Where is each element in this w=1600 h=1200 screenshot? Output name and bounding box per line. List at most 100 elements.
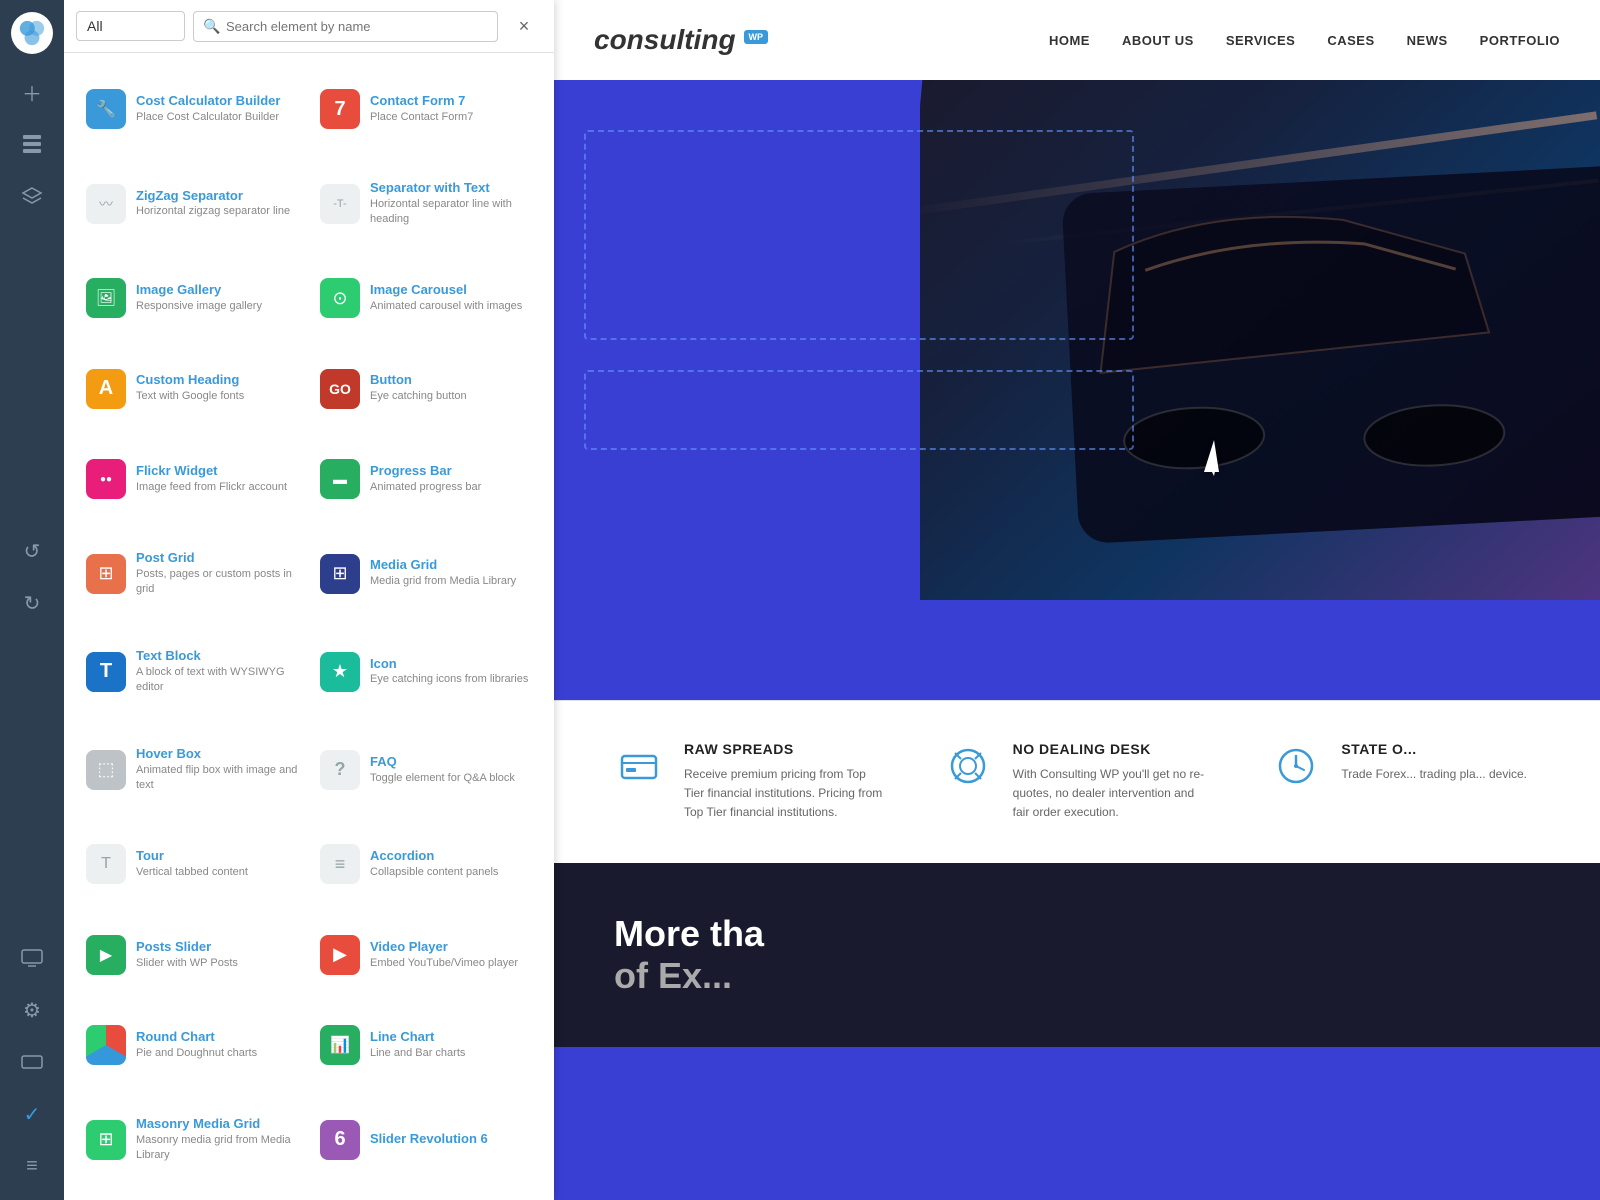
filter-select[interactable]: All Basic General WordPress [76,11,185,41]
nav-services[interactable]: SERVICES [1226,33,1296,48]
site-preview: consulting WP HOME ABOUT US SERVICES CAS… [554,0,1600,1200]
element-item-masonry-grid[interactable]: ⊞ Masonry Media Grid Masonry media grid … [76,1092,308,1188]
element-item-round-chart[interactable]: Round Chart Pie and Doughnut charts [76,1001,308,1090]
nav-cases[interactable]: CASES [1327,33,1374,48]
add-icon[interactable]: ＋ [10,70,54,114]
element-info-zigzag: ZigZag Separator Horizontal zigzag separ… [136,188,290,220]
raw-spreads-title: RAW SPREADS [684,741,883,757]
element-item-line-chart[interactable]: 📊 Line Chart Line and Bar charts [310,1001,542,1090]
element-info-text-block: Text Block A block of text with WYSIWYG … [136,648,298,696]
element-item-media-grid[interactable]: ⊞ Media Grid Media grid from Media Libra… [310,525,542,621]
element-item-icon-elem[interactable]: ★ Icon Eye catching icons from libraries [310,624,542,720]
element-item-post-grid[interactable]: ⊞ Post Grid Posts, pages or custom posts… [76,525,308,621]
element-item-progress-bar[interactable]: ▬ Progress Bar Animated progress bar [310,435,542,524]
element-item-zigzag[interactable]: 〰 ZigZag Separator Horizontal zigzag sep… [76,156,308,252]
panel-header: All Basic General WordPress 🔍 × [64,0,554,53]
element-item-cost-calculator[interactable]: 🔧 Cost Calculator Builder Place Cost Cal… [76,65,308,154]
element-icon-post-grid: ⊞ [86,554,126,594]
element-desc-line-chart: Line and Bar charts [370,1046,465,1061]
redo-icon[interactable]: ↻ [10,581,54,625]
element-info-progress-bar: Progress Bar Animated progress bar [370,463,481,495]
element-info-video-player: Video Player Embed YouTube/Vimeo player [370,939,518,971]
element-info-posts-slider: Posts Slider Slider with WP Posts [136,939,238,971]
element-name-round-chart: Round Chart [136,1029,257,1046]
element-icon-hover-box: ⬚ [86,750,126,790]
drop-zone-bottom[interactable] [584,370,1134,450]
element-icon-flickr: ●● [86,459,126,499]
element-icon-tour: T [86,844,126,884]
feature-no-dealing: NO DEALING DESK With Consulting WP you'l… [943,741,1212,823]
layers-icon[interactable] [10,174,54,218]
state-title: STATE O... [1341,741,1527,757]
element-info-round-chart: Round Chart Pie and Doughnut charts [136,1029,257,1061]
element-info-button: Button Eye catching button [370,372,467,404]
element-info-faq: FAQ Toggle element for Q&A block [370,754,515,786]
responsive-icon[interactable] [10,936,54,980]
element-item-button[interactable]: GO Button Eye catching button [310,344,542,433]
element-desc-accordion: Collapsible content panels [370,865,498,880]
element-panel: All Basic General WordPress 🔍 × 🔧 Cost C… [64,0,554,1200]
state-icon [1271,741,1321,791]
element-name-slider-rev: Slider Revolution 6 [370,1131,488,1148]
element-item-text-block[interactable]: T Text Block A block of text with WYSIWY… [76,624,308,720]
element-icon-cost-calculator: 🔧 [86,89,126,129]
element-item-hover-box[interactable]: ⬚ Hover Box Animated flip box with image… [76,722,308,818]
element-item-video-player[interactable]: ▶ Video Player Embed YouTube/Vimeo playe… [310,911,542,1000]
element-icon-text-block: T [86,652,126,692]
element-item-image-gallery[interactable]: 🖼 Image Gallery Responsive image gallery [76,254,308,343]
element-name-flickr: Flickr Widget [136,463,287,480]
element-item-contact-form[interactable]: 7 Contact Form 7 Place Contact Form7 [310,65,542,154]
element-desc-video-player: Embed YouTube/Vimeo player [370,956,518,971]
nav-news[interactable]: NEWS [1407,33,1448,48]
site-logo: consulting WP [594,24,768,56]
element-item-custom-heading[interactable]: A Custom Heading Text with Google fonts [76,344,308,433]
raw-spreads-text: RAW SPREADS Receive premium pricing from… [684,741,883,823]
element-info-icon-elem: Icon Eye catching icons from libraries [370,656,528,688]
element-name-media-grid: Media Grid [370,557,516,574]
nav-portfolio[interactable]: PORTFOLIO [1480,33,1560,48]
element-desc-flickr: Image feed from Flickr account [136,480,287,495]
close-button[interactable]: × [506,8,542,44]
element-info-flickr: Flickr Widget Image feed from Flickr acc… [136,463,287,495]
drop-zone-top[interactable] [584,130,1134,340]
undo-icon[interactable]: ↺ [10,529,54,573]
dark-title: More tha [614,913,1540,955]
element-icon-progress-bar: ▬ [320,459,360,499]
check-icon[interactable]: ✓ [10,1092,54,1136]
pages-icon[interactable] [10,122,54,166]
element-item-accordion[interactable]: ≡ Accordion Collapsible content panels [310,820,542,909]
element-name-video-player: Video Player [370,939,518,956]
element-item-faq[interactable]: ? FAQ Toggle element for Q&A block [310,722,542,818]
element-icon-accordion: ≡ [320,844,360,884]
feature-state: STATE O... Trade Forex... trading pla...… [1271,741,1540,823]
elements-grid: 🔧 Cost Calculator Builder Place Cost Cal… [64,53,554,1200]
element-item-tour[interactable]: T Tour Vertical tabbed content [76,820,308,909]
car-dark-area [1061,166,1600,544]
element-info-hover-box: Hover Box Animated flip box with image a… [136,746,298,794]
element-icon-button: GO [320,369,360,409]
element-item-flickr[interactable]: ●● Flickr Widget Image feed from Flickr … [76,435,308,524]
element-item-slider-rev[interactable]: 6 Slider Revolution 6 [310,1092,542,1188]
element-desc-post-grid: Posts, pages or custom posts in grid [136,567,298,598]
nav-about[interactable]: ABOUT US [1122,33,1194,48]
element-item-image-carousel[interactable]: ⊙ Image Carousel Animated carousel with … [310,254,542,343]
element-info-custom-heading: Custom Heading Text with Google fonts [136,372,244,404]
element-item-posts-slider[interactable]: ▶ Posts Slider Slider with WP Posts [76,911,308,1000]
settings-icon[interactable]: ⚙ [10,988,54,1032]
element-desc-cost-calculator: Place Cost Calculator Builder [136,110,280,125]
nav-home[interactable]: HOME [1049,33,1090,48]
element-icon-line-chart: 📊 [320,1025,360,1065]
element-icon-slider-rev: 6 [320,1120,360,1160]
search-wrapper: 🔍 [193,11,498,42]
no-dealing-title: NO DEALING DESK [1013,741,1212,757]
features-bar: RAW SPREADS Receive premium pricing from… [554,700,1600,863]
display-icon[interactable] [10,1040,54,1084]
feature-raw-spreads: RAW SPREADS Receive premium pricing from… [614,741,883,823]
element-name-tour: Tour [136,848,248,865]
element-name-icon-elem: Icon [370,656,528,673]
menu-icon[interactable]: ≡ [10,1144,54,1188]
element-name-button: Button [370,372,467,389]
search-input[interactable] [193,11,498,42]
logo-badge: WP [744,30,769,44]
element-item-separator-text[interactable]: -T- Separator with Text Horizontal separ… [310,156,542,252]
